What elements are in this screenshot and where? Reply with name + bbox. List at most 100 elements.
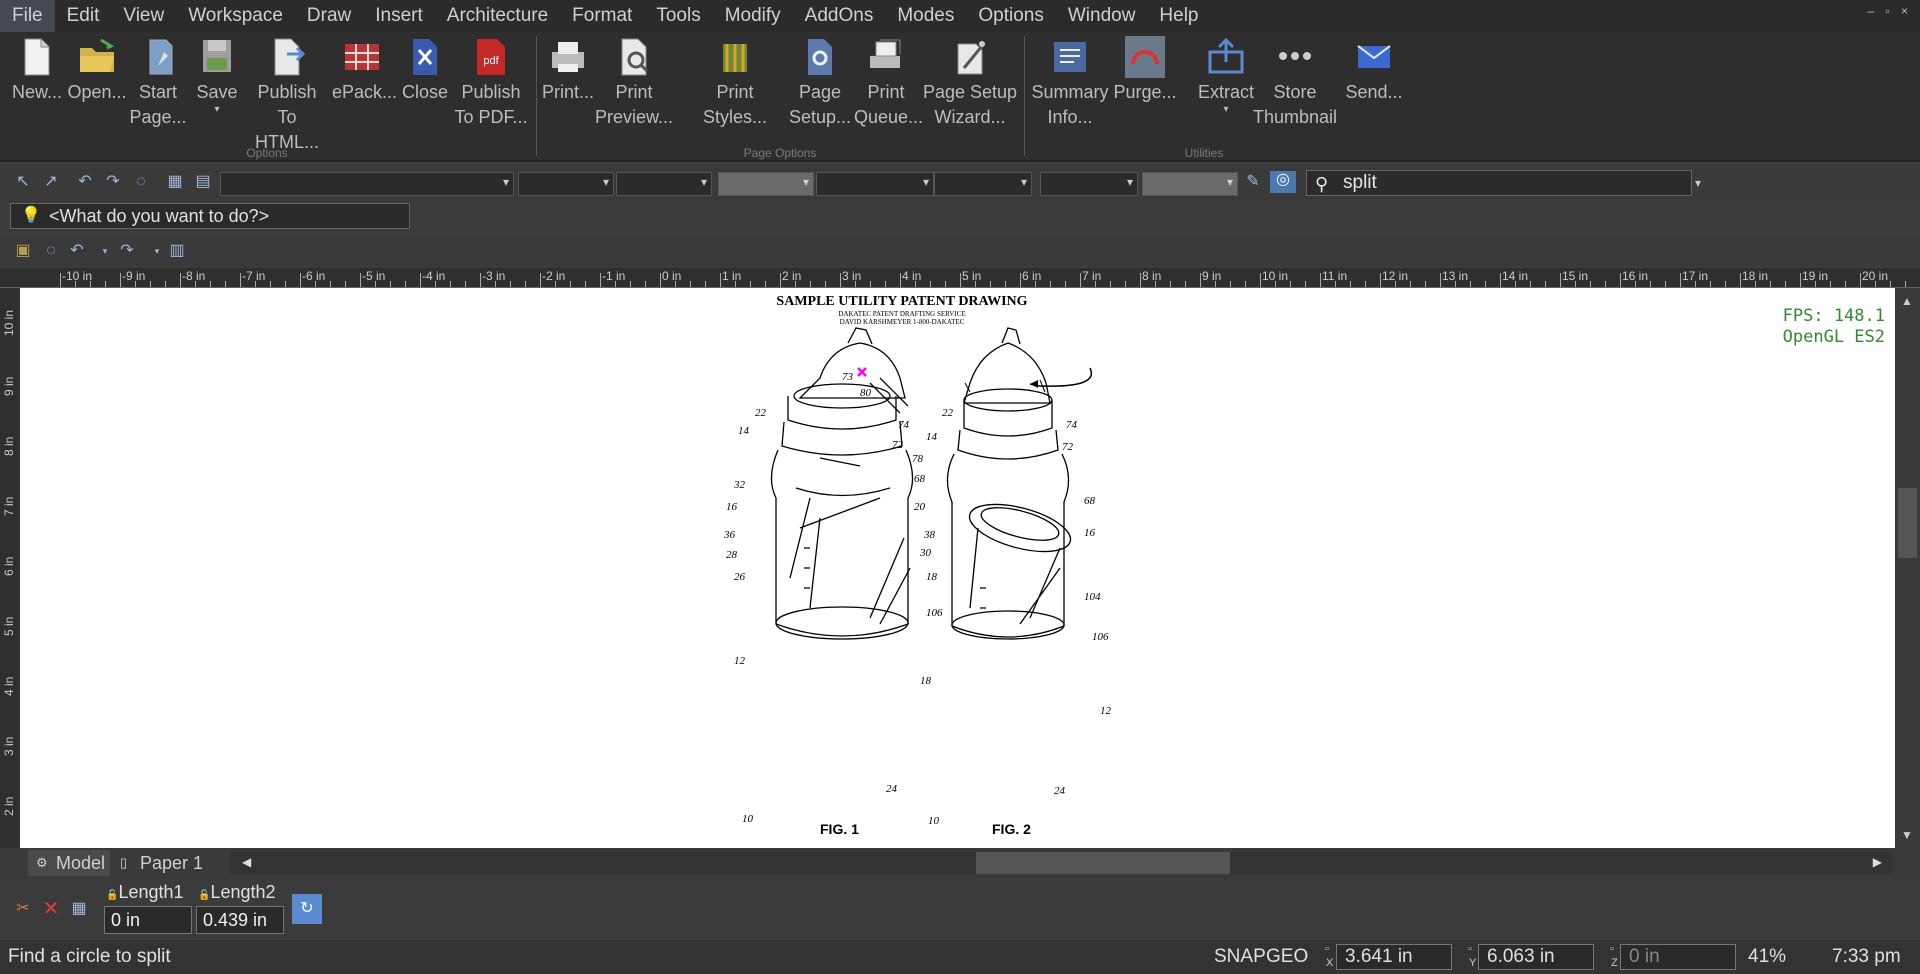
menu-workspace[interactable]: Workspace <box>176 0 295 32</box>
lasso-icon[interactable]: ◌ <box>132 173 150 191</box>
vertical-scrollbar[interactable]: ▲ ▼ <box>1895 288 1920 848</box>
horizontal-scrollbar[interactable]: ◀ ▶ <box>230 852 1892 874</box>
summary-info-button[interactable]: Summary Info... <box>1028 32 1112 130</box>
horizontal-scroll-thumb[interactable] <box>976 852 1230 874</box>
tab-model-label: Model <box>56 853 106 873</box>
layer-combo[interactable] <box>220 172 514 196</box>
start-page-button[interactable]: Start Page... <box>128 32 188 130</box>
ref-label: 74 <box>898 419 910 431</box>
linestyle-combo[interactable] <box>616 172 712 196</box>
scale-combo[interactable] <box>1142 172 1238 196</box>
publish-pdf-button[interactable]: pdf Publish To PDF... <box>452 32 530 130</box>
x-lock-icon[interactable]: ▫ <box>1325 944 1329 955</box>
print-preview-button[interactable]: Print Preview... <box>594 32 674 130</box>
lock-icon[interactable]: 🔓 <box>198 890 210 901</box>
pen-icon[interactable]: ✎ <box>1244 173 1262 191</box>
search-dropdown-icon[interactable]: ▾ <box>1690 170 1706 196</box>
what-do-you-want-input[interactable]: 💡 <What do you want to do?> <box>10 203 410 229</box>
color-combo[interactable] <box>518 172 614 196</box>
cancel-icon[interactable]: ✕ <box>42 899 60 919</box>
save-small-icon[interactable]: ▣ <box>14 242 32 260</box>
grid-table-icon[interactable]: ▦ <box>166 173 184 191</box>
redo-icon[interactable]: ↷ <box>104 173 122 191</box>
lineweight-combo[interactable] <box>718 172 814 196</box>
print-queue-button[interactable]: Print Queue... <box>854 32 923 130</box>
page-setup-button[interactable]: Page Setup... <box>788 32 852 130</box>
ruler-tick <box>360 273 361 287</box>
menu-architecture[interactable]: Architecture <box>435 0 560 32</box>
menu-file[interactable]: File <box>0 0 55 32</box>
save-button[interactable]: Save ▾ <box>192 32 242 115</box>
split-tool-icon[interactable]: ✂ <box>14 900 32 918</box>
store-thumbnail-button[interactable]: Store Thumbnail <box>1230 32 1360 130</box>
ruler-tick <box>840 273 841 287</box>
zoom-level[interactable]: 41% <box>1748 940 1786 974</box>
window-controls[interactable]: – ▫ × <box>1867 4 1912 18</box>
lock-icon[interactable]: 🔓 <box>106 890 118 901</box>
z-lock-icon[interactable]: ▫ <box>1610 944 1614 955</box>
menu-options[interactable]: Options <box>966 0 1055 32</box>
layers-icon[interactable]: ▤ <box>194 173 212 191</box>
active-tool-icon[interactable]: ◎ <box>1270 171 1296 193</box>
menu-insert[interactable]: Insert <box>363 0 435 32</box>
geo-toggle[interactable]: GEO <box>1266 940 1308 974</box>
menu-help[interactable]: Help <box>1147 0 1210 32</box>
z-coordinate-field[interactable]: 0 in <box>1620 944 1736 970</box>
summary-info-label-2: Info... <box>1047 107 1093 127</box>
fill-combo[interactable] <box>816 172 934 196</box>
ref-label: 73 <box>842 371 854 383</box>
menu-tools[interactable]: Tools <box>644 0 712 32</box>
ruler-label: 2 in <box>2 796 16 816</box>
lasso-small-icon[interactable]: ◌ <box>42 242 60 260</box>
select-point-icon[interactable]: ↗ <box>42 173 60 191</box>
page-setup-wizard-button[interactable]: Page Setup Wizard... <box>922 32 1018 130</box>
redo-dropdown-icon[interactable]: ▾ <box>148 242 166 260</box>
menu-edit[interactable]: Edit <box>55 0 112 32</box>
open-button[interactable]: Open... <box>66 32 128 105</box>
length1-input[interactable]: 0 in <box>104 906 192 934</box>
ribbon-group-utilities-label: Utilities <box>1184 146 1224 160</box>
snap-toggle[interactable]: SNAP <box>1214 940 1266 974</box>
send-button[interactable]: Send... <box>1342 32 1406 105</box>
select-arrow-icon[interactable]: ↖ <box>14 173 32 191</box>
menu-draw[interactable]: Draw <box>295 0 363 32</box>
grid-icon[interactable]: ▦ <box>70 900 88 918</box>
menu-modify[interactable]: Modify <box>713 0 793 32</box>
command-search-input[interactable]: ⚲ split <box>1306 170 1692 196</box>
x-coordinate-field[interactable]: 3.641 in <box>1336 944 1452 970</box>
close-button[interactable]: Close <box>396 32 454 105</box>
y-coordinate-field[interactable]: 6.063 in <box>1478 944 1594 970</box>
redo-small-icon[interactable]: ↷ <box>118 242 136 260</box>
drawing-canvas[interactable]: SAMPLE UTILITY PATENT DRAWING DAKATEC PA… <box>20 288 1895 848</box>
tab-paper-1[interactable]: ▯ Paper 1 <box>112 850 226 876</box>
undo-dropdown-icon[interactable]: ▾ <box>96 242 114 260</box>
tab-model[interactable]: ⚙ Model <box>28 850 110 876</box>
print-styles-icon <box>723 44 747 72</box>
undo-icon[interactable]: ↶ <box>76 173 94 191</box>
menu-modes[interactable]: Modes <box>885 0 966 32</box>
ribbon-group-page-options: Print... Print Preview... Print Styles..… <box>538 32 1025 160</box>
scroll-up-icon[interactable]: ▲ <box>1901 294 1913 308</box>
publish-html-button[interactable]: Publish To HTML... <box>246 32 328 155</box>
menu-view[interactable]: View <box>111 0 176 32</box>
menu-format[interactable]: Format <box>560 0 644 32</box>
length2-input[interactable]: 0.439 in <box>196 906 284 934</box>
finish-icon[interactable]: ↻ <box>292 894 322 924</box>
menu-window[interactable]: Window <box>1056 0 1148 32</box>
print-styles-button[interactable]: Print Styles... <box>684 32 786 130</box>
save-dropdown-icon[interactable]: ▾ <box>192 105 242 115</box>
print-button[interactable]: Print... <box>538 32 598 105</box>
ruler-label: 4 in <box>2 676 16 696</box>
y-lock-icon[interactable]: ▫ <box>1468 944 1472 955</box>
properties-icon[interactable]: ▥ <box>168 242 186 260</box>
menu-addons[interactable]: AddOns <box>793 0 886 32</box>
pattern-combo[interactable] <box>934 172 1032 196</box>
undo-small-icon[interactable]: ↶ <box>68 242 86 260</box>
vertical-scroll-thumb[interactable] <box>1898 488 1917 558</box>
new-button[interactable]: New... <box>10 32 64 105</box>
epack-button[interactable]: ePack... <box>332 32 397 105</box>
scroll-down-icon[interactable]: ▼ <box>1901 828 1913 842</box>
scroll-right-icon[interactable]: ▶ <box>1873 855 1882 869</box>
scroll-left-icon[interactable]: ◀ <box>242 855 251 869</box>
style-combo[interactable] <box>1040 172 1138 196</box>
